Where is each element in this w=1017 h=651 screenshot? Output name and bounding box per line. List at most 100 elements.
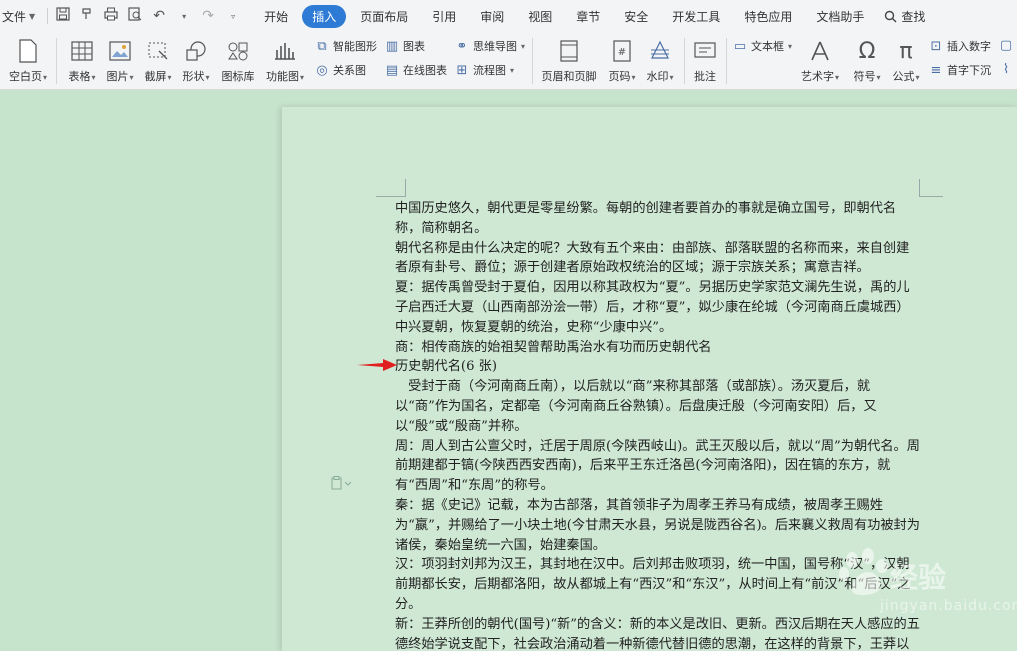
textbox-icon: ▭ [733,38,747,54]
formula-button[interactable]: π 公式▾ [886,36,926,84]
blank-page-icon [19,36,37,66]
divider [532,38,533,84]
tab-references[interactable]: 引用 [422,5,466,28]
redo-icon[interactable]: ↷ [199,8,217,24]
online-chart-icon: ▤ [385,62,399,78]
divider [726,38,727,84]
chevron-down-icon: ▾ [129,73,134,82]
shape-label: 形状 [182,70,205,83]
paragraph: 夏：据传禹曾受封于夏伯，因用以称其政权为“夏”。另据历史学家范文澜先生说，禹的儿… [395,280,910,335]
object-icon[interactable]: ▢ [998,38,1014,53]
header-footer-button[interactable]: 页眉和页脚 [538,36,600,84]
search-button[interactable]: 查找 [884,8,925,25]
margin-mark [376,196,406,197]
smart-art-button[interactable]: ⧉ 智能图形 [314,38,377,54]
file-menu[interactable]: 文件 ▼ [0,8,41,25]
picture-button[interactable]: 图片▾ [102,36,138,84]
chevron-down-icon: ▾ [42,73,47,82]
drop-cap-label: 首字下沉 [947,64,991,77]
attachment-icon[interactable]: ⌇ [998,62,1014,77]
comment-button[interactable]: 批注 [688,36,722,84]
svg-text:#: # [618,47,626,58]
tab-chapter[interactable]: 章节 [566,5,610,28]
shape-button[interactable]: 形状▾ [178,36,214,84]
chevron-down-icon: ▾ [521,41,526,51]
paragraph: 受封于商（今河南商丘南），以后就以“商”来称其部落（或部族）。汤灭夏后，就以“商… [395,379,877,434]
tab-security[interactable]: 安全 [614,5,658,28]
tab-page-layout[interactable]: 页面布局 [350,5,418,28]
watermark-url: jingyan.baidu.com [880,598,1017,614]
flowchart-button[interactable]: ⊞ 流程图 ▾ [454,62,514,78]
chart-button[interactable]: ▥ 图表 [384,38,425,54]
relation-chart-label: 关系图 [333,64,366,77]
file-menu-label: 文件 [2,9,27,24]
comment-icon [694,36,716,66]
customize-toolbar-icon[interactable]: ▿ [224,12,242,21]
insert-ribbon: 空白页▾ 表格▾ 图片▾ 截屏▾ 形状▾ 图标库 功能图▾ ⧉ 智能图形 ▥ 图… [0,32,1017,90]
tab-special-apps[interactable]: 特色应用 [734,5,802,28]
margin-mark [919,179,920,197]
screenshot-button[interactable]: 截屏▾ [140,36,176,84]
chart-label: 图表 [403,40,425,53]
function-chart-button[interactable]: 功能图▾ [262,36,308,84]
symbol-label: 符号 [853,70,876,83]
textbox-label: 文本框 [751,40,784,53]
watermark-brand: 经验 [890,561,947,594]
tab-developer[interactable]: 开发工具 [662,5,730,28]
watermark-button[interactable]: 水印▾ [642,36,678,84]
icon-library-icon [227,36,249,66]
textbox-button[interactable]: ▭ 文本框 ▾ [732,38,792,54]
word-art-label: 艺术字 [800,70,834,83]
smart-art-label: 智能图形 [333,40,377,53]
watermark-label: 水印 [646,70,669,83]
chart-icon: ▥ [385,38,399,54]
header-footer-label: 页眉和页脚 [541,70,597,83]
page-number-label: 页码 [608,70,631,83]
undo-icon[interactable]: ↶ [150,8,168,24]
page-number-button[interactable]: # 页码▾ [604,36,640,84]
chevron-down-icon: ▾ [876,73,881,82]
blank-page-button[interactable]: 空白页▾ [6,36,50,84]
format-painter-icon[interactable] [78,7,96,25]
save-icon[interactable] [54,7,72,25]
chevron-down-icon: ▼ [29,11,36,21]
margin-mark [919,196,943,197]
tab-view[interactable]: 视图 [518,5,562,28]
tab-home[interactable]: 开始 [254,5,298,28]
margin-mark [394,179,406,197]
symbol-button[interactable]: Ω 符号▾ [848,36,886,84]
insert-number-icon: ⊡ [930,38,942,54]
table-button[interactable]: 表格▾ [64,36,100,84]
search-icon [885,10,897,22]
online-chart-button[interactable]: ▤ 在线图表 [384,62,447,78]
chevron-down-icon: ▾ [834,73,839,82]
chevron-down-icon: ▾ [669,73,674,82]
word-art-button[interactable]: 艺术字▾ [796,36,844,84]
print-icon[interactable] [102,7,120,25]
divider [684,38,685,84]
screenshot-label: 截屏 [144,70,167,83]
tab-doc-assistant[interactable]: 文档助手 [806,5,874,28]
icon-library-label: 图标库 [221,70,255,83]
paste-options-icon[interactable] [331,476,352,493]
icon-library-button[interactable]: 图标库 [218,36,258,84]
drop-cap-button[interactable]: ≡ 首字下沉 [928,62,991,78]
drop-cap-icon: ≡ [930,62,942,78]
tab-insert[interactable]: 插入 [302,4,347,28]
function-chart-icon [274,36,296,66]
blank-page-label: 空白页 [8,70,42,83]
insert-number-button[interactable]: ⊡ 插入数字 [928,38,991,54]
undo-dropdown-icon[interactable]: ▾ [175,12,193,21]
paragraph: 朝代名称是由什么决定的呢？大致有五个来由：由部族、部落联盟的名称而来，来自创建者… [395,240,910,276]
chevron-down-icon: ▾ [788,41,793,51]
tab-review[interactable]: 审阅 [470,5,514,28]
picture-label: 图片 [106,70,129,83]
print-preview-icon[interactable] [126,7,144,25]
mind-map-icon: ⚭ [456,38,468,54]
relation-chart-button[interactable]: ◎ 关系图 [314,62,366,78]
mind-map-button[interactable]: ⚭ 思维导图 ▾ [454,38,525,54]
menu-bar: 文件 ▼ ↶ ▾ ↷ ▿ 开始 插入 页面布局 引用 审阅 视图 章节 安全 开… [0,0,1017,32]
online-chart-label: 在线图表 [403,64,447,77]
formula-label: 公式 [892,70,915,83]
paragraph: 周：周人到古公亶父时，迁居于周原(今陕西岐山)。武王灭殷以后，就以“周”为朝代名… [395,438,920,494]
